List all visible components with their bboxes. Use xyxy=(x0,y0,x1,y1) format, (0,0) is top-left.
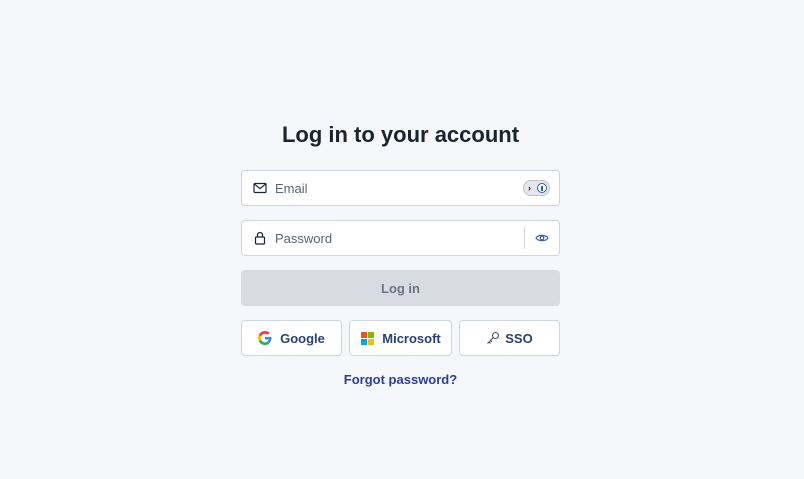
key-icon xyxy=(486,331,500,345)
forgot-password-link[interactable]: Forgot password? xyxy=(241,372,560,387)
google-label: Google xyxy=(280,330,325,346)
page-title: Log in to your account xyxy=(281,122,520,147)
microsoft-label: Microsoft xyxy=(382,330,441,346)
lock-icon xyxy=(253,231,267,245)
login-panel: Log in to your account › xyxy=(241,118,560,387)
password-field-container xyxy=(241,220,560,256)
info-circle-icon xyxy=(537,183,547,193)
show-password-toggle[interactable] xyxy=(525,221,559,255)
login-button[interactable]: Log in xyxy=(241,270,560,306)
email-field-container: › xyxy=(241,170,560,206)
login-providers: Google Microsoft SSO xyxy=(241,320,560,356)
email-input[interactable] xyxy=(275,173,523,203)
sso-label: SSO xyxy=(505,330,533,346)
eye-icon xyxy=(535,234,549,242)
microsoft-logo-icon xyxy=(360,331,374,345)
google-login-button[interactable]: Google xyxy=(241,320,342,356)
envelope-icon xyxy=(253,181,267,195)
microsoft-login-button[interactable]: Microsoft xyxy=(349,320,452,356)
google-logo-icon xyxy=(258,331,272,345)
chevron-right-icon: › xyxy=(528,182,531,193)
password-input[interactable] xyxy=(275,223,524,253)
password-manager-icon[interactable]: › xyxy=(523,180,550,196)
sso-login-button[interactable]: SSO xyxy=(459,320,560,356)
